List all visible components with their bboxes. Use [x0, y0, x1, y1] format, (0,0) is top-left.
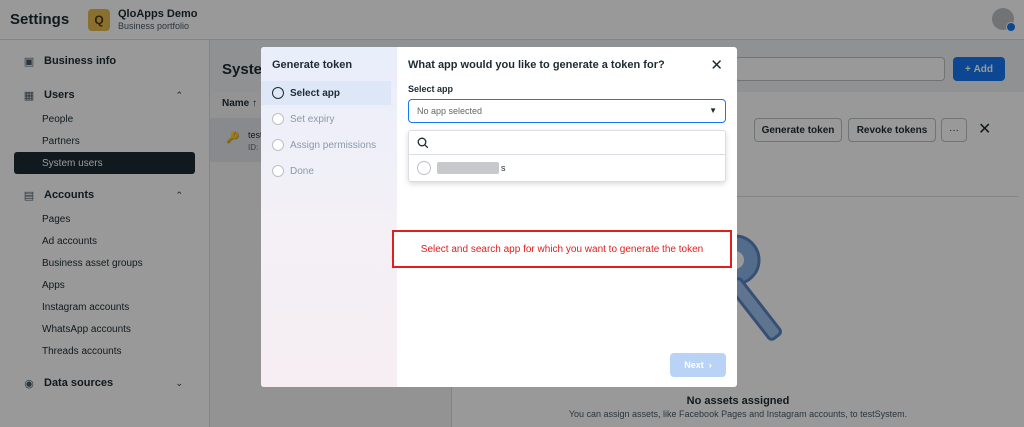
step-set-expiry: Set expiry — [261, 107, 391, 131]
step-label: Assign permissions — [290, 139, 377, 151]
select-app-dropdown[interactable]: No app selected ▼ — [408, 99, 726, 123]
app-option-suffix: s — [501, 163, 506, 173]
step-circle-icon — [272, 113, 284, 125]
dialog-steps-panel: Generate token Select app Set expiry Ass… — [261, 47, 397, 387]
generate-token-dialog: Generate token Select app Set expiry Ass… — [261, 47, 737, 387]
select-app-value: No app selected — [417, 106, 483, 116]
step-select-app[interactable]: Select app — [261, 81, 391, 105]
dialog-steps-title: Generate token — [272, 59, 353, 71]
step-circle-icon — [272, 87, 284, 99]
select-app-label: Select app — [408, 84, 454, 94]
app-search-input[interactable] — [409, 131, 725, 155]
step-label: Set expiry — [290, 113, 335, 125]
search-icon — [417, 137, 429, 148]
caret-down-icon: ▼ — [709, 106, 717, 115]
step-assign-permissions: Assign permissions — [261, 133, 391, 157]
radio-button[interactable] — [417, 161, 431, 175]
step-done: Done — [261, 159, 391, 183]
dialog-content: What app would you like to generate a to… — [392, 47, 737, 387]
step-circle-icon — [272, 165, 284, 177]
step-label: Select app — [290, 87, 341, 99]
dialog-title: What app would you like to generate a to… — [408, 59, 665, 71]
next-label: Next — [684, 360, 704, 370]
next-button[interactable]: Next › — [670, 353, 726, 377]
step-label: Done — [290, 165, 314, 177]
app-dropdown-menu: s — [408, 130, 726, 182]
annotation-callout: Select and search app for which you want… — [392, 230, 732, 268]
chevron-right-icon: › — [708, 360, 712, 370]
app-option[interactable]: s — [409, 155, 725, 181]
step-circle-icon — [272, 139, 284, 151]
redacted-app-name — [437, 162, 499, 174]
close-icon[interactable]: ✕ — [710, 56, 723, 74]
